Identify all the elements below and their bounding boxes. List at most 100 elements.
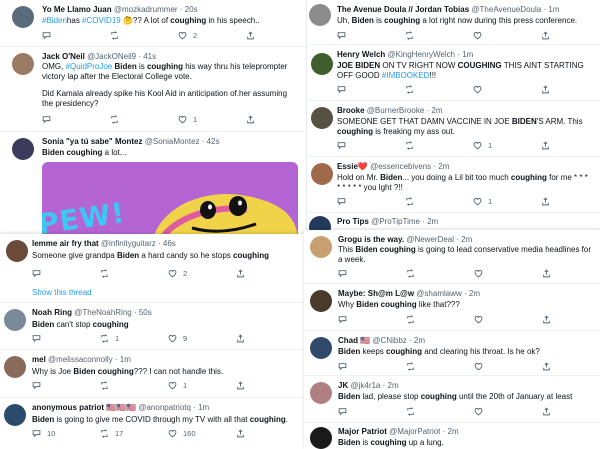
retweet-action[interactable] bbox=[110, 31, 178, 40]
tweet[interactable]: anonymous patriot 🇺🇸🇺🇸🇺🇸 @anonpatriotq ·… bbox=[0, 398, 304, 449]
tweet[interactable]: Brooke @BurnerBrooke · 2m SOMEONE GET TH… bbox=[307, 101, 600, 157]
reply-action[interactable] bbox=[338, 362, 406, 371]
handle[interactable]: @TheAvenueDoula bbox=[471, 5, 541, 14]
display-name[interactable]: Jack O'Neil bbox=[42, 52, 85, 61]
reply-action[interactable]: 10 bbox=[32, 429, 100, 438]
share-action[interactable] bbox=[542, 315, 600, 324]
tweet[interactable]: Yo Me Llamo Juan @mozkadrummer · 20s #Bi… bbox=[0, 0, 306, 47]
display-name[interactable]: mel bbox=[32, 355, 46, 364]
timestamp[interactable]: · 1m bbox=[457, 50, 473, 59]
avatar[interactable] bbox=[310, 427, 332, 449]
handle[interactable]: @essencebivens bbox=[370, 162, 431, 171]
share-action[interactable] bbox=[236, 334, 304, 343]
share-action[interactable] bbox=[541, 141, 600, 150]
share-action[interactable] bbox=[541, 85, 600, 94]
retweet-action[interactable] bbox=[405, 197, 473, 206]
display-name[interactable]: Chad 🇺🇸 bbox=[338, 336, 370, 345]
handle[interactable]: @KingHenryWelch bbox=[388, 50, 456, 59]
reply-action[interactable] bbox=[337, 197, 405, 206]
reply-action[interactable] bbox=[337, 85, 405, 94]
tweet[interactable]: Grogu is the way. @NewerDeal · 2m This B… bbox=[304, 230, 600, 284]
share-action[interactable] bbox=[246, 31, 306, 40]
like-action[interactable]: 1 bbox=[473, 197, 541, 206]
handle[interactable]: @mozkadrummer bbox=[114, 5, 178, 14]
handle[interactable]: @melissaconnolly bbox=[48, 355, 113, 364]
share-action[interactable] bbox=[542, 269, 600, 278]
avatar[interactable] bbox=[12, 6, 34, 28]
avatar[interactable] bbox=[4, 356, 26, 378]
hashtag-link[interactable]: #Biden bbox=[42, 16, 67, 25]
timestamp[interactable]: · 2m bbox=[422, 217, 438, 226]
show-thread-link[interactable]: Show this thread bbox=[32, 288, 92, 297]
display-name[interactable]: The Avenue Doula // Jordan Tobias bbox=[337, 5, 469, 14]
display-name[interactable]: Essie❤️ bbox=[337, 162, 368, 171]
timestamp[interactable]: · 2m bbox=[443, 427, 459, 436]
handle[interactable]: @shamlaww bbox=[416, 289, 461, 298]
like-action[interactable]: 1 bbox=[168, 381, 236, 390]
display-name[interactable]: Yo Me Llamo Juan bbox=[42, 5, 112, 14]
tweet[interactable]: Noah Ring @TheNoahRing · 50s Biden can't… bbox=[0, 303, 304, 350]
reply-action[interactable] bbox=[32, 381, 100, 390]
handle[interactable]: @jk4r1a bbox=[350, 381, 380, 390]
share-action[interactable] bbox=[246, 115, 306, 124]
timestamp[interactable]: · 42s bbox=[202, 137, 220, 146]
avatar[interactable] bbox=[6, 240, 28, 262]
timestamp[interactable]: · 2m bbox=[409, 336, 425, 345]
timestamp[interactable]: · 46s bbox=[158, 239, 176, 248]
display-name[interactable]: JK bbox=[338, 381, 348, 390]
hashtag-link[interactable]: #COVID19 bbox=[82, 16, 121, 25]
timestamp[interactable]: · 1m bbox=[115, 355, 131, 364]
tweet[interactable]: Essie❤️ @essencebivens · 2m Hold on Mr. … bbox=[307, 157, 600, 213]
display-name[interactable]: Sonia "ya tú sabe" Montez bbox=[42, 137, 143, 146]
retweet-action[interactable] bbox=[100, 269, 168, 278]
handle[interactable]: @anonpatriotq bbox=[138, 403, 191, 412]
share-action[interactable] bbox=[236, 269, 304, 278]
avatar[interactable] bbox=[311, 53, 333, 75]
display-name[interactable]: lemme air fry that bbox=[32, 239, 99, 248]
handle[interactable]: @NewerDeal bbox=[406, 235, 454, 244]
share-action[interactable] bbox=[541, 197, 600, 206]
display-name[interactable]: Pro Tips bbox=[337, 217, 369, 226]
handle[interactable]: @MajorPatriot bbox=[389, 427, 440, 436]
tweet[interactable]: Jack O'Neil @JackONeil9 · 41s OMG, #Quid… bbox=[0, 47, 306, 132]
retweet-action[interactable] bbox=[110, 115, 178, 124]
retweet-action[interactable] bbox=[405, 141, 473, 150]
reply-action[interactable] bbox=[338, 269, 406, 278]
tweet[interactable]: JK @jk4r1a · 2m Biden lad, please stop c… bbox=[304, 376, 600, 423]
like-action[interactable]: 2 bbox=[168, 269, 236, 278]
share-action[interactable] bbox=[542, 407, 600, 416]
reply-action[interactable] bbox=[337, 141, 405, 150]
avatar[interactable] bbox=[311, 107, 333, 129]
hashtag-link[interactable]: #IMBOOKED bbox=[382, 71, 430, 80]
timestamp[interactable]: · 2m bbox=[433, 162, 449, 171]
retweet-action[interactable]: 17 bbox=[100, 429, 168, 438]
handle[interactable]: @TheNoahRing bbox=[74, 308, 131, 317]
like-action[interactable] bbox=[473, 85, 541, 94]
display-name[interactable]: Maybe: Sh@m L@w bbox=[338, 289, 414, 298]
reply-action[interactable] bbox=[32, 334, 100, 343]
avatar[interactable] bbox=[310, 290, 332, 312]
hashtag-link[interactable]: #QuidProJoe bbox=[66, 62, 113, 71]
share-action[interactable] bbox=[541, 31, 600, 40]
like-action[interactable] bbox=[474, 362, 542, 371]
display-name[interactable]: Noah Ring bbox=[32, 308, 72, 317]
timestamp[interactable]: · 50s bbox=[134, 308, 152, 317]
reply-action[interactable] bbox=[338, 407, 406, 416]
avatar[interactable] bbox=[310, 382, 332, 404]
timestamp[interactable]: · 41s bbox=[138, 52, 156, 61]
tweet[interactable]: Sonia "ya tú sabe" Montez @SoniaMontez ·… bbox=[0, 132, 306, 234]
tweet[interactable]: Chad 🇺🇸 @CNibbz · 2m Biden keeps coughin… bbox=[304, 331, 600, 376]
avatar[interactable] bbox=[4, 404, 26, 426]
timestamp[interactable]: · 2m bbox=[427, 106, 443, 115]
handle[interactable]: @ProTipTime bbox=[371, 217, 420, 226]
tweet[interactable]: The Avenue Doula // Jordan Tobias @TheAv… bbox=[307, 0, 600, 45]
reply-action[interactable] bbox=[42, 31, 110, 40]
retweet-action[interactable] bbox=[406, 407, 474, 416]
timestamp[interactable]: · 1m bbox=[193, 403, 209, 412]
tweet[interactable]: Major Patriot @MajorPatriot · 2m Biden i… bbox=[304, 423, 600, 449]
tweet[interactable]: Henry Welch @KingHenryWelch · 1m JOE BID… bbox=[307, 45, 600, 101]
avatar[interactable] bbox=[310, 236, 332, 258]
display-name[interactable]: Brooke bbox=[337, 106, 365, 115]
like-action[interactable]: 1 bbox=[473, 141, 541, 150]
like-action[interactable]: 2 bbox=[178, 31, 246, 40]
